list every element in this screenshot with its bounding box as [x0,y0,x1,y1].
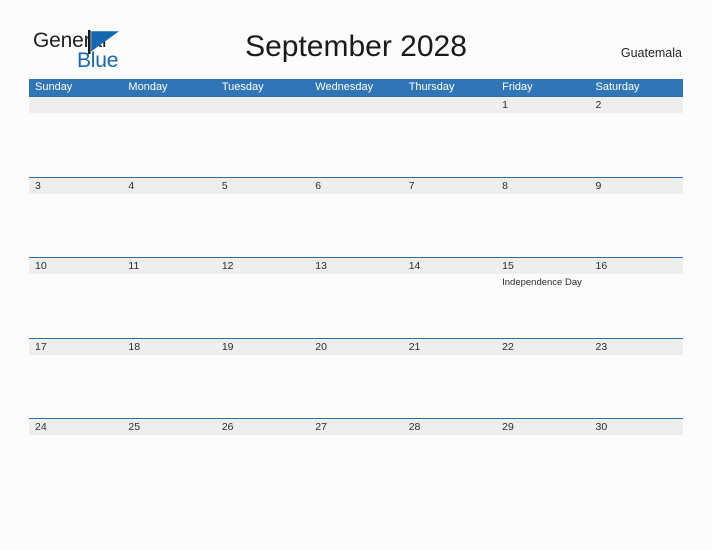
date-number[interactable] [216,97,309,113]
date-number[interactable]: 14 [403,258,496,274]
calendar-week-row: 1 2 [29,96,683,177]
day-cell[interactable] [29,274,122,338]
date-number[interactable]: 9 [590,178,683,194]
date-number-band: 1 2 [29,96,683,113]
date-number-band: 17 18 19 20 21 22 23 [29,337,683,355]
date-number-band: 3 4 5 6 7 8 9 [29,176,683,194]
date-number[interactable]: 21 [403,339,496,355]
date-number-band: 24 25 26 27 28 29 30 [29,418,683,436]
day-of-week-header: Sunday Monday Tuesday Wednesday Thursday… [29,79,683,96]
day-cell[interactable] [309,355,402,419]
day-cell[interactable] [122,435,215,499]
date-number[interactable]: 25 [122,419,215,435]
day-cell[interactable] [29,194,122,258]
day-cell[interactable] [216,435,309,499]
page-title: September 2028 [245,30,467,63]
dow-saturday: Saturday [595,81,640,93]
day-cell[interactable] [216,113,309,177]
day-cell[interactable] [122,355,215,419]
dow-tuesday: Tuesday [221,81,264,93]
date-number[interactable]: 8 [496,178,589,194]
day-cell[interactable] [309,113,402,177]
calendar-week-row: 3 4 5 6 7 8 9 [29,176,683,258]
dow-friday: Friday [502,81,533,93]
day-cell[interactable] [309,274,402,338]
date-number[interactable]: 5 [216,178,309,194]
day-cell[interactable] [590,355,683,419]
date-number[interactable]: 30 [590,419,683,435]
date-number[interactable]: 2 [590,97,683,113]
date-number[interactable]: 4 [122,178,215,194]
event-label: Independence Day [502,277,582,289]
day-cell[interactable] [590,274,683,338]
day-cell[interactable] [403,435,496,499]
country-label: Guatemala [620,46,682,60]
calendar-week-row: 24 25 26 27 28 29 30 [29,418,683,499]
day-cell-body-row [29,113,683,177]
day-cell-body-row: Independence Day [29,274,683,338]
day-cell[interactable] [496,194,589,258]
day-cell[interactable] [122,274,215,338]
dow-monday: Monday [128,81,168,93]
day-cell[interactable] [309,435,402,499]
date-number[interactable]: 27 [309,419,402,435]
date-number[interactable]: 26 [216,419,309,435]
day-cell[interactable] [496,355,589,419]
day-cell[interactable] [496,435,589,499]
date-number[interactable]: 6 [309,178,402,194]
date-number[interactable]: 18 [122,339,215,355]
date-number[interactable]: 16 [590,258,683,274]
day-cell[interactable] [29,113,122,177]
day-cell[interactable] [590,435,683,499]
dow-thursday: Thursday [408,81,455,93]
date-number-band: 10 11 12 13 14 15 16 [29,257,683,275]
date-number[interactable] [309,97,402,113]
day-cell[interactable] [496,113,589,177]
date-number[interactable]: 7 [403,178,496,194]
page-header: General Blue September 2028 Guatemala [0,0,712,78]
date-number[interactable]: 15 [496,258,589,274]
day-cell[interactable] [216,355,309,419]
date-number[interactable]: 13 [309,258,402,274]
date-number[interactable]: 22 [496,339,589,355]
day-cell[interactable] [403,355,496,419]
day-cell-body-row [29,193,683,258]
date-number[interactable]: 17 [29,339,122,355]
date-number[interactable]: 24 [29,419,122,435]
day-cell[interactable] [309,194,402,258]
date-number[interactable]: 20 [309,339,402,355]
date-number[interactable]: 10 [29,258,122,274]
day-cell[interactable] [29,435,122,499]
date-number[interactable]: 11 [122,258,215,274]
dow-sunday: Sunday [35,81,73,93]
calendar-week-row: 17 18 19 20 21 22 23 [29,337,683,419]
day-cell-body-row [29,435,683,499]
date-number[interactable]: 29 [496,419,589,435]
day-cell[interactable] [403,194,496,258]
day-cell[interactable] [403,274,496,338]
day-cell-body-row [29,354,683,419]
date-number[interactable]: 3 [29,178,122,194]
day-cell[interactable] [216,194,309,258]
day-cell[interactable] [216,274,309,338]
date-number[interactable] [29,97,122,113]
calendar-grid: Sunday Monday Tuesday Wednesday Thursday… [29,79,683,499]
day-cell[interactable] [590,194,683,258]
day-cell[interactable] [122,113,215,177]
date-number[interactable]: 19 [216,339,309,355]
day-cell[interactable]: Independence Day [496,274,589,338]
day-cell[interactable] [590,113,683,177]
dow-wednesday: Wednesday [315,81,374,93]
day-cell[interactable] [29,355,122,419]
calendar-week-row: 10 11 12 13 14 15 16 Independence Day [29,257,683,338]
date-number[interactable]: 1 [496,97,589,113]
day-cell[interactable] [403,113,496,177]
date-number[interactable]: 23 [590,339,683,355]
date-number[interactable]: 28 [403,419,496,435]
date-number[interactable]: 12 [216,258,309,274]
calendar-page: General Blue September 2028 Guatemala Su… [0,0,712,550]
date-number[interactable] [122,97,215,113]
date-number[interactable] [403,97,496,113]
day-cell[interactable] [122,194,215,258]
